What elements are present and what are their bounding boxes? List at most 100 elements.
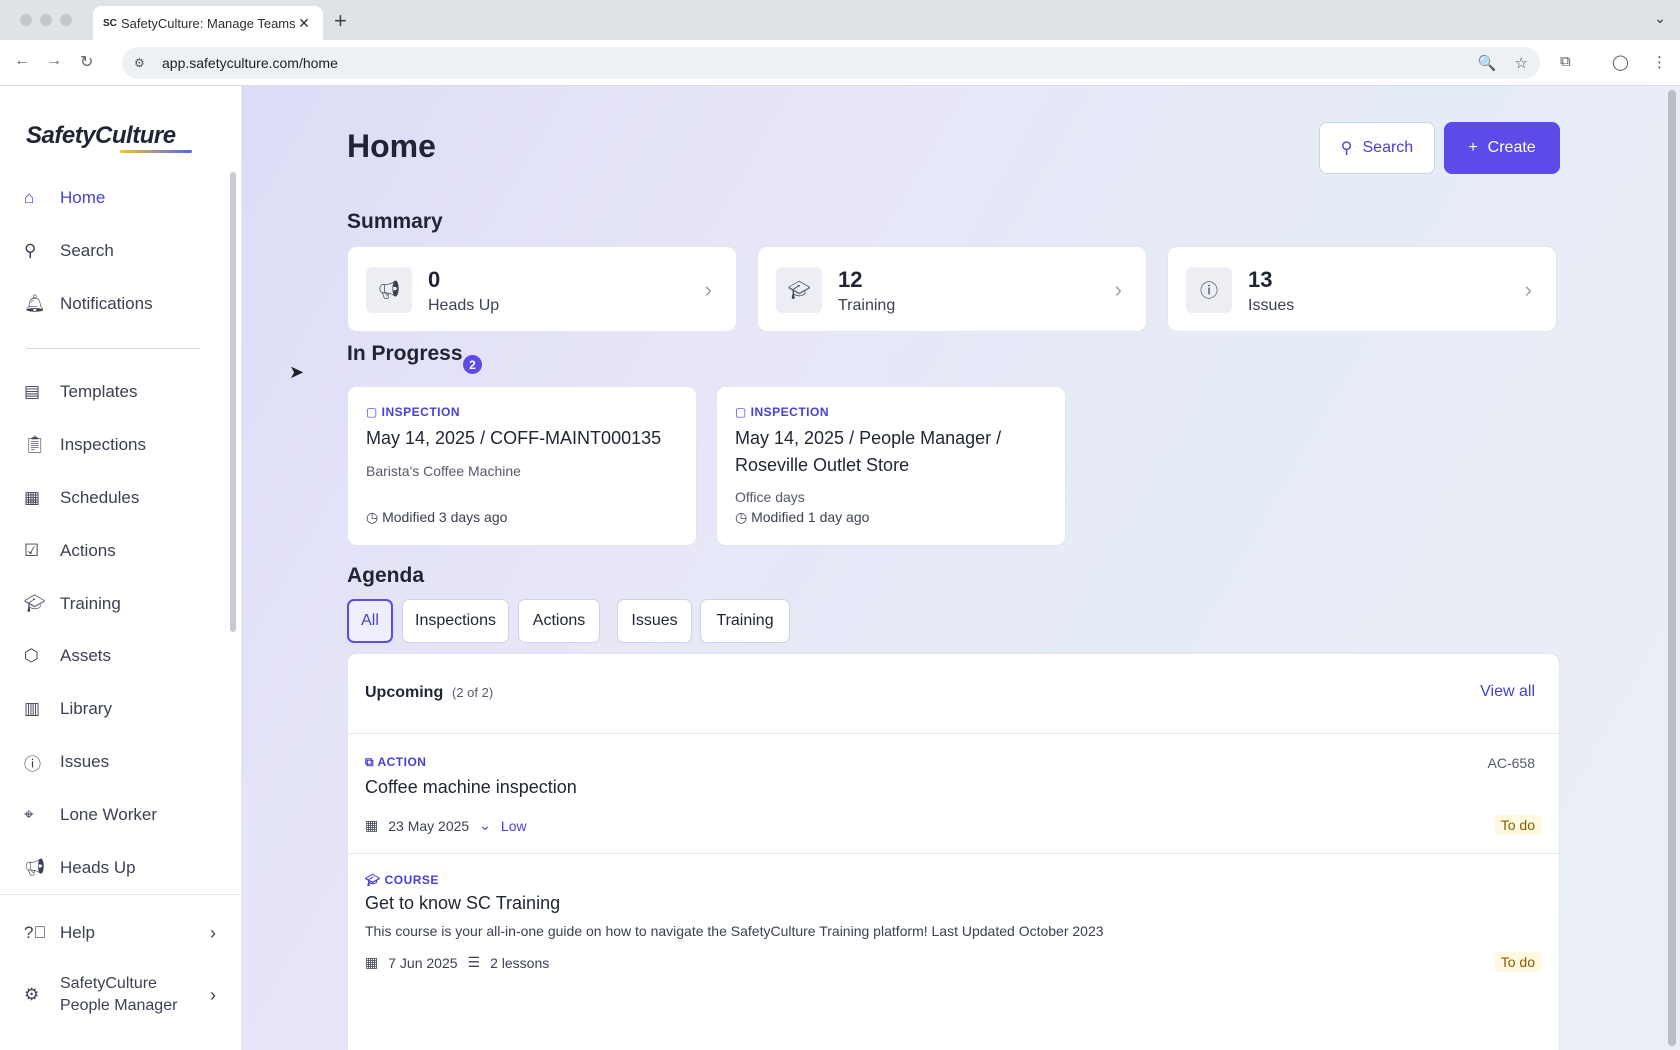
in-progress-card[interactable]: ▢ INSPECTION May 14, 2025 / COFF-MAINT00… (347, 386, 697, 546)
list-icon: ☰ (467, 954, 481, 970)
view-all-link[interactable]: View all (1480, 683, 1535, 701)
tab-title: SafetyCulture: Manage Teams (121, 15, 295, 31)
row-type: ⧉ ACTION (365, 755, 427, 769)
alert-icon: ⓘ (24, 754, 41, 774)
divider (348, 733, 1559, 734)
clock-icon: ◷ (735, 509, 748, 525)
sidebar-item-library[interactable]: ▥ Library (24, 691, 112, 727)
reload-icon[interactable]: ↻ (80, 52, 93, 72)
summary-label: Heads Up (428, 297, 500, 314)
summary-card-heads-up[interactable]: 📢︎ 0 Heads Up › (347, 246, 737, 332)
chevron-right-icon: › (704, 277, 712, 302)
row-meta: ▦ 23 May 2025 ⌄ Low (365, 817, 527, 834)
card-modified: ◷ Modified 1 day ago (735, 509, 870, 525)
chevron-right-icon[interactable]: › (210, 985, 216, 1006)
url-text: app.safetyculture.com/home (162, 55, 338, 71)
clock-icon: ◷ (366, 509, 379, 525)
card-modified: ◷ Modified 3 days ago (366, 509, 508, 525)
sidebar-item-home[interactable]: ⌂ Home (24, 180, 105, 216)
calendar-icon: ▦ (365, 954, 379, 970)
clipboard-icon: 📋︎ (24, 435, 46, 454)
tab-search-icon[interactable]: ⌄ (1654, 10, 1666, 27)
browser-menu-icon[interactable]: ⋮ (1652, 53, 1667, 71)
sidebar-scrollbar[interactable] (230, 172, 236, 632)
agenda-filter-actions[interactable]: Actions (518, 599, 600, 643)
sidebar-item-label: Library (60, 699, 112, 718)
agenda-filter-training[interactable]: Training (700, 599, 790, 643)
back-icon[interactable]: ← (14, 52, 30, 70)
extensions-icon[interactable]: ⧉ (1560, 53, 1571, 70)
row-description: This course is your all-in-one guide on … (365, 923, 1104, 939)
summary-value: 0 (428, 267, 441, 292)
mouse-cursor-icon: ➤ (289, 362, 305, 382)
close-tab-icon[interactable]: ✕ (295, 15, 313, 32)
agenda-filter-all[interactable]: All (347, 599, 393, 643)
sidebar-item-search[interactable]: ⚲ Search (24, 233, 114, 269)
new-tab-icon[interactable]: + (334, 8, 347, 34)
row-id: AC-658 (1487, 755, 1535, 771)
main-content: Home ⚲ Search + Create Summary 📢︎ 0 Head… (242, 86, 1680, 1050)
main-scrollbar[interactable] (1668, 90, 1676, 1046)
sidebar-item-label: Inspections (60, 435, 146, 454)
row-type: 🎓︎ COURSE (365, 873, 439, 887)
help-menu[interactable]: ?⃝ Help (24, 915, 95, 951)
templates-icon: ▤ (24, 382, 41, 401)
chevron-right-icon: › (1524, 277, 1532, 302)
summary-card-issues[interactable]: ⓘ 13 Issues › (1167, 246, 1557, 332)
org-name-line2: People Manager (60, 997, 178, 1014)
bookmark-star-icon[interactable]: ☆ (1515, 54, 1528, 72)
in-progress-count-badge: 2 (463, 355, 482, 374)
sidebar-item-issues[interactable]: ⓘ Issues (24, 744, 109, 780)
cube-icon: ⬡ (24, 646, 39, 665)
in-progress-card[interactable]: ▢ INSPECTION May 14, 2025 / People Manag… (716, 386, 1066, 546)
browser-tab[interactable]: SC SafetyCulture: Manage Teams ✕ (93, 6, 323, 40)
actions-icon: ☑ (24, 541, 40, 560)
upcoming-count: (2 of 2) (452, 685, 494, 700)
agenda-filter-issues[interactable]: Issues (617, 599, 692, 643)
sidebar-item-inspections[interactable]: 📋︎ Inspections (24, 427, 146, 463)
sidebar-item-notifications[interactable]: 🔔︎ Notifications (24, 286, 153, 322)
summary-heading: Summary (347, 210, 443, 233)
priority-chevron-icon: ⌄ (479, 817, 491, 833)
forward-icon[interactable]: → (46, 52, 62, 70)
summary-label: Issues (1248, 297, 1295, 314)
summary-card-training[interactable]: 🎓︎ 12 Training › (757, 246, 1147, 332)
sidebar-item-training[interactable]: 🎓︎ Training (24, 586, 121, 622)
sidebar-item-label: Notifications (60, 294, 153, 313)
safetyculture-logo[interactable]: SafetyCulture (26, 122, 176, 150)
card-type: ▢ INSPECTION (366, 405, 461, 419)
home-icon: ⌂ (24, 188, 35, 207)
url-field[interactable]: ⚙ app.safetyculture.com/home 🔍 ☆ (122, 47, 1540, 79)
org-switcher[interactable]: ⚙ SafetyCulture People Manager (24, 971, 177, 1019)
profile-icon[interactable]: ◯ (1612, 53, 1629, 71)
create-button[interactable]: + Create (1444, 122, 1560, 174)
sidebar-item-label: Actions (60, 541, 116, 560)
sidebar-item-heads-up[interactable]: 📢︎ Heads Up (24, 850, 136, 886)
upcoming-panel: Upcoming (2 of 2) View all ⧉ ACTION AC-6… (347, 653, 1560, 1050)
sidebar-item-lone-worker[interactable]: ⌖ Lone Worker (24, 797, 157, 833)
sidebar-item-actions[interactable]: ☑ Actions (24, 533, 116, 569)
summary-value: 13 (1248, 267, 1273, 292)
sidebar-item-label: Schedules (60, 488, 140, 507)
sidebar-item-schedules[interactable]: ▦ Schedules (24, 480, 139, 516)
chevron-right-icon[interactable]: › (210, 923, 216, 944)
window-close-button[interactable] (20, 14, 32, 26)
sidebar-item-label: Heads Up (60, 858, 136, 877)
address-bar: ← → ↻ ⚙ app.safetyculture.com/home 🔍 ☆ ⧉… (0, 40, 1680, 86)
books-icon: ▥ (24, 699, 41, 718)
card-subtitle: Office days (735, 489, 805, 505)
agenda-filter-inspections[interactable]: Inspections (402, 599, 509, 643)
sidebar-item-assets[interactable]: ⬡ Assets (24, 638, 111, 674)
sidebar-item-label: Lone Worker (60, 805, 158, 824)
help-label: Help (60, 923, 95, 942)
window-minimize-button[interactable] (40, 14, 52, 26)
search-button[interactable]: ⚲ Search (1319, 122, 1435, 174)
gear-icon: ⚙ (24, 985, 40, 1004)
zoom-icon[interactable]: 🔍 (1478, 54, 1497, 72)
sidebar-item-templates[interactable]: ▤ Templates (24, 374, 137, 410)
site-info-icon[interactable]: ⚙ (134, 56, 162, 70)
megaphone-icon: 📢︎ (24, 858, 46, 877)
calendar-icon: ▦ (365, 817, 379, 833)
window-zoom-button[interactable] (60, 14, 72, 26)
row-lessons: 2 lessons (490, 954, 550, 971)
